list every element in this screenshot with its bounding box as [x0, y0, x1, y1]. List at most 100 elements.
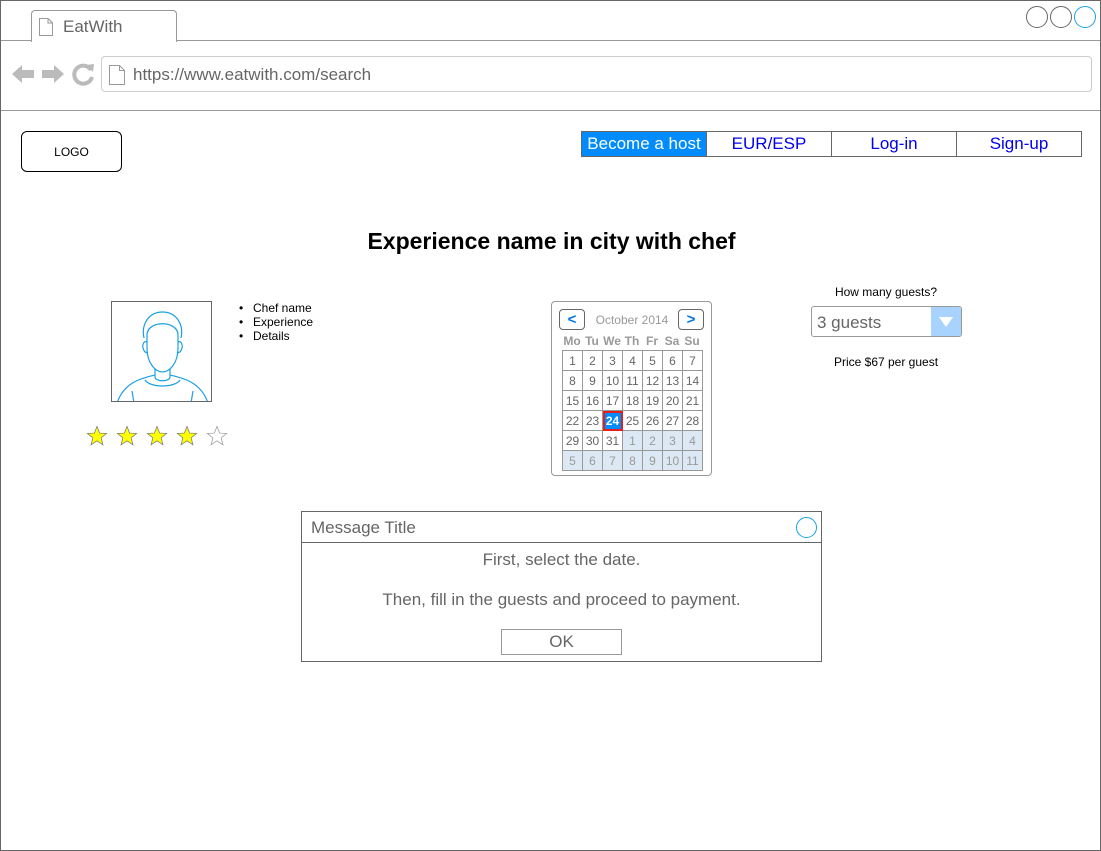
weekday-label: Sa	[664, 334, 680, 348]
calendar-day[interactable]: 5	[563, 451, 583, 471]
star-filled-icon[interactable]	[142, 422, 172, 450]
prev-month-button[interactable]: <	[559, 309, 585, 330]
chef-avatar	[111, 301, 212, 402]
calendar-day[interactable]: 6	[663, 351, 683, 371]
star-empty-icon[interactable]	[202, 422, 232, 450]
calendar-day[interactable]: 11	[623, 371, 643, 391]
tab-bar: EatWith	[1, 1, 1100, 42]
weekday-label: We	[603, 334, 621, 348]
weekday-label: Fr	[646, 334, 658, 348]
calendar-day[interactable]: 7	[603, 451, 623, 471]
calendar-day[interactable]: 7	[683, 351, 703, 371]
top-nav: Become a host EUR/ESP Log-in Sign-up	[581, 131, 1082, 157]
nav-currency-language[interactable]: EUR/ESP	[706, 132, 831, 156]
calendar-day[interactable]: 8	[563, 371, 583, 391]
calendar-day[interactable]: 3	[603, 351, 623, 371]
star-filled-icon[interactable]	[172, 422, 202, 450]
guests-value: 3 guests	[817, 313, 882, 332]
calendar-day[interactable]: 20	[663, 391, 683, 411]
calendar-day[interactable]: 26	[643, 411, 663, 431]
url-text: https://www.eatwith.com/search	[133, 65, 372, 84]
tab-title: EatWith	[63, 17, 123, 36]
calendar-day[interactable]: 4	[623, 351, 643, 371]
guests-label: How many guests?	[834, 285, 938, 299]
nav-signup[interactable]: Sign-up	[956, 132, 1081, 156]
page-title: Experience name in city with chef	[367, 228, 736, 254]
calendar-day[interactable]: 4	[683, 431, 703, 451]
calendar-day[interactable]: 5	[643, 351, 663, 371]
calendar-day[interactable]: 2	[643, 431, 663, 451]
calendar-day[interactable]: 23	[583, 411, 603, 431]
weekday-label: Mo	[563, 334, 581, 348]
calendar-day[interactable]: 1	[563, 351, 583, 371]
date-picker: < October 2014 > Mo Tu We Th Fr Sa Su 12345678…	[551, 301, 712, 476]
calendar-day[interactable]: 18	[623, 391, 643, 411]
calendar-day[interactable]: 22	[563, 411, 583, 431]
calendar-day[interactable]: 3	[663, 431, 683, 451]
dialog-line-1: First, select the date.	[482, 550, 641, 569]
dropdown-button[interactable]	[931, 307, 961, 336]
calendar-day[interactable]: 21	[683, 391, 703, 411]
close-button[interactable]	[1074, 6, 1096, 28]
calendar-day[interactable]: 12	[643, 371, 663, 391]
calendar-day[interactable]: 9	[643, 451, 663, 471]
calendar-month: October 2014	[595, 313, 669, 327]
calendar-day[interactable]: 30	[583, 431, 603, 451]
calendar-grid: 1 2 3 4 5 6 7 8 9 10 11 12 13 14 15 16 17 18 19 20 21 22 23 24 2…	[562, 350, 703, 471]
calendar-day[interactable]: 13	[663, 371, 683, 391]
star-filled-icon[interactable]	[112, 422, 142, 450]
guests-select[interactable]: 3 guests	[811, 306, 962, 337]
weekday-label: Su	[684, 334, 700, 348]
back-arrow-icon[interactable]	[11, 62, 35, 86]
next-month-button[interactable]: >	[678, 309, 704, 330]
calendar-day[interactable]: 31	[603, 431, 623, 451]
star-rating[interactable]	[82, 422, 232, 450]
calendar-day[interactable]: 8	[623, 451, 643, 471]
dialog-close-button[interactable]	[796, 517, 817, 538]
calendar-day[interactable]: 27	[663, 411, 683, 431]
weekday-label: Th	[624, 334, 640, 348]
calendar-day[interactable]: 24	[603, 411, 623, 431]
forward-arrow-icon[interactable]	[41, 62, 65, 86]
nav-login[interactable]: Log-in	[831, 132, 956, 156]
reload-icon[interactable]	[72, 62, 96, 86]
chef-details-list: Chef name Experience Details	[239, 301, 313, 343]
calendar-day[interactable]: 10	[603, 371, 623, 391]
calendar-day[interactable]: 6	[583, 451, 603, 471]
nav-become-host[interactable]: Become a host	[582, 132, 706, 156]
calendar-day[interactable]: 15	[563, 391, 583, 411]
ok-button[interactable]: OK	[501, 629, 622, 655]
calendar-day[interactable]: 10	[663, 451, 683, 471]
calendar-day[interactable]: 16	[583, 391, 603, 411]
calendar-day[interactable]: 14	[683, 371, 703, 391]
window-controls	[1026, 6, 1096, 28]
url-field[interactable]: https://www.eatwith.com/search	[101, 56, 1092, 92]
message-dialog: Message Title First, select the date. Th…	[301, 511, 822, 662]
weekday-header: Mo Tu We Th Fr Sa Su	[562, 334, 702, 348]
calendar-day[interactable]: 29	[563, 431, 583, 451]
document-icon	[39, 18, 53, 36]
details-text: Details	[239, 329, 313, 343]
price-text: Price $67 per guest	[833, 355, 939, 369]
user-silhouette-icon	[117, 311, 208, 401]
document-icon	[109, 65, 125, 85]
logo[interactable]: LOGO	[21, 131, 122, 172]
browser-tab[interactable]: EatWith	[31, 10, 177, 42]
dialog-title: Message Title	[311, 518, 416, 537]
calendar-day[interactable]: 19	[643, 391, 663, 411]
dialog-line-2: Then, fill in the guests and proceed to …	[382, 590, 741, 609]
calendar-day[interactable]: 2	[583, 351, 603, 371]
chevron-down-icon	[939, 316, 953, 327]
calendar-day[interactable]: 25	[623, 411, 643, 431]
address-bar-row: https://www.eatwith.com/search	[1, 42, 1100, 111]
calendar-day[interactable]: 28	[683, 411, 703, 431]
star-filled-icon[interactable]	[82, 422, 112, 450]
maximize-button[interactable]	[1050, 6, 1072, 28]
calendar-day[interactable]: 17	[603, 391, 623, 411]
calendar-day[interactable]: 9	[583, 371, 603, 391]
browser-window: EatWith https://www.eatwith.com/search L…	[0, 0, 1101, 851]
chef-name: Chef name	[239, 301, 313, 315]
calendar-day[interactable]: 11	[683, 451, 703, 471]
minimize-button[interactable]	[1026, 6, 1048, 28]
calendar-day[interactable]: 1	[623, 431, 643, 451]
